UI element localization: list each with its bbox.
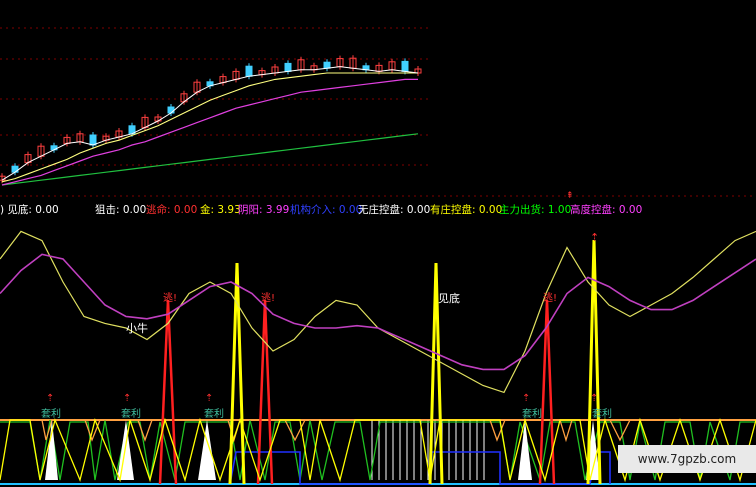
candle-body [284, 62, 292, 72]
up-arrow-icon: ⇡ [123, 393, 131, 404]
up-arrow-icon: ⇡ [205, 393, 213, 404]
label-tao-1: 逃! [163, 291, 177, 304]
label-taoli-2: 套利 [121, 407, 141, 420]
red-spike [256, 299, 274, 485]
label-taoli-4: 套利 [522, 407, 542, 420]
candles-group [0, 55, 422, 184]
label-jiandi: 见底 [438, 291, 460, 305]
indicator-value: 逃命: 0.00 [146, 203, 197, 216]
indicator-value: 主力出货: 1.00 [499, 203, 571, 216]
indicator-value: 金: 3.93 [200, 203, 241, 216]
label-taoli-1: 套利 [41, 407, 61, 420]
oscillator-magenta-line [0, 253, 756, 371]
candle-body [89, 134, 97, 146]
candle-body [401, 60, 409, 72]
label-taoli-3: 套利 [204, 407, 224, 420]
up-arrow-icon: ⇡ [590, 393, 598, 404]
label-xiaoniu: 小牛 [126, 321, 148, 335]
watermark: www.7gpzb.com [618, 445, 756, 473]
indicator-value: ) 见底: 0.00 [0, 203, 59, 216]
white-spike [198, 420, 216, 480]
up-arrow-icon: ⇡ [590, 231, 599, 244]
indicator-value: 机构介入: 0.00 [290, 203, 362, 216]
up-arrow-icon: ⇡ [46, 393, 54, 404]
indicator-value: 阴阳: 3.99 [238, 204, 289, 216]
candle-body [245, 65, 253, 77]
candle-body [167, 106, 175, 114]
stock-chart-canvas: ⇞ ) 见底: 0.00 狙击: 0.00 逃命: 0.00 金: 3.93阴阳: 3… [0, 27, 756, 485]
candle-body [11, 165, 19, 173]
oscillator-yellow-line [0, 230, 756, 394]
indicator-value: 有庄控盘: 0.00 [430, 203, 502, 216]
label-taoli-5: 套利 [592, 407, 612, 420]
indicator-readout-bar: ) 见底: 0.00 狙击: 0.00 逃命: 0.00 金: 3.93阴阳: 3.9… [0, 203, 642, 216]
label-tao-2: 逃! [261, 291, 275, 304]
top-marker: ⇞ [566, 191, 574, 201]
indicator-value: 无庄控盘: 0.00 [358, 203, 430, 216]
candle-body [323, 61, 331, 69]
up-arrow-icon: ⇡ [522, 393, 530, 404]
indicator-value: 高度控盘: 0.00 [570, 203, 642, 216]
price-panel: ⇞ [0, 27, 756, 201]
ma20-line [1, 78, 418, 186]
label-tao-3: 逃! [543, 291, 557, 304]
indicator-value: 狙击: 0.00 [95, 203, 146, 216]
